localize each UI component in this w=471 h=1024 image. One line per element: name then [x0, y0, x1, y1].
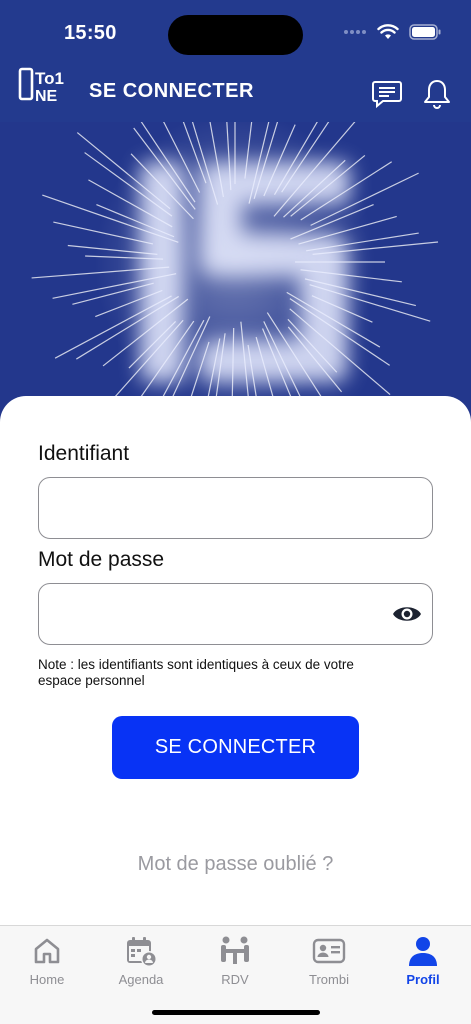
svg-text:NE: NE: [35, 88, 58, 104]
tab-home[interactable]: Home: [7, 934, 87, 987]
message-icon[interactable]: [371, 78, 403, 110]
app-logo: To1 NE: [18, 67, 64, 104]
eye-icon[interactable]: [392, 602, 422, 626]
tab-label: Home: [29, 972, 65, 987]
password-input[interactable]: [38, 583, 433, 645]
calendar-user-icon: [127, 937, 157, 967]
home-indicator: [152, 1010, 320, 1015]
bell-icon[interactable]: [421, 78, 453, 110]
dynamic-island: [168, 15, 303, 55]
hero-illustration: [31, 122, 439, 422]
login-note: Note : les identifiants sont identiques …: [38, 657, 354, 688]
tab-label: RDV: [221, 972, 249, 987]
tab-label: Agenda: [118, 972, 164, 987]
battery-icon: [409, 24, 441, 40]
meeting-icon: [221, 936, 249, 964]
id-card-icon: [312, 938, 346, 964]
status-bar: 15:50: [0, 0, 471, 60]
tab-profil[interactable]: Profil: [383, 934, 463, 987]
forgot-password-link[interactable]: Mot de passe oublié ?: [0, 853, 471, 876]
app-header: 15:50 To1 NE SE CONNECTER: [0, 0, 471, 122]
tab-label: Trombi: [309, 972, 349, 987]
hero-banner: [0, 122, 471, 422]
password-label: Mot de passe: [38, 548, 165, 571]
connect-button[interactable]: SE CONNECTER: [112, 716, 359, 779]
identifier-label: Identifiant: [38, 442, 130, 465]
signal-icon: [344, 30, 366, 34]
svg-text:To1: To1: [35, 69, 64, 88]
tab-rdv[interactable]: RDV: [195, 934, 275, 987]
status-icons: [343, 24, 441, 40]
wifi-icon: [377, 24, 399, 39]
identifier-input[interactable]: [38, 477, 433, 539]
home-icon: [34, 938, 60, 964]
status-time: 15:50: [64, 22, 117, 44]
tab-trombi[interactable]: Trombi: [289, 934, 369, 987]
tab-label: Profil: [406, 972, 440, 987]
page-title: SE CONNECTER: [89, 80, 254, 102]
user-icon: [409, 937, 437, 966]
tab-agenda[interactable]: Agenda: [101, 934, 181, 987]
